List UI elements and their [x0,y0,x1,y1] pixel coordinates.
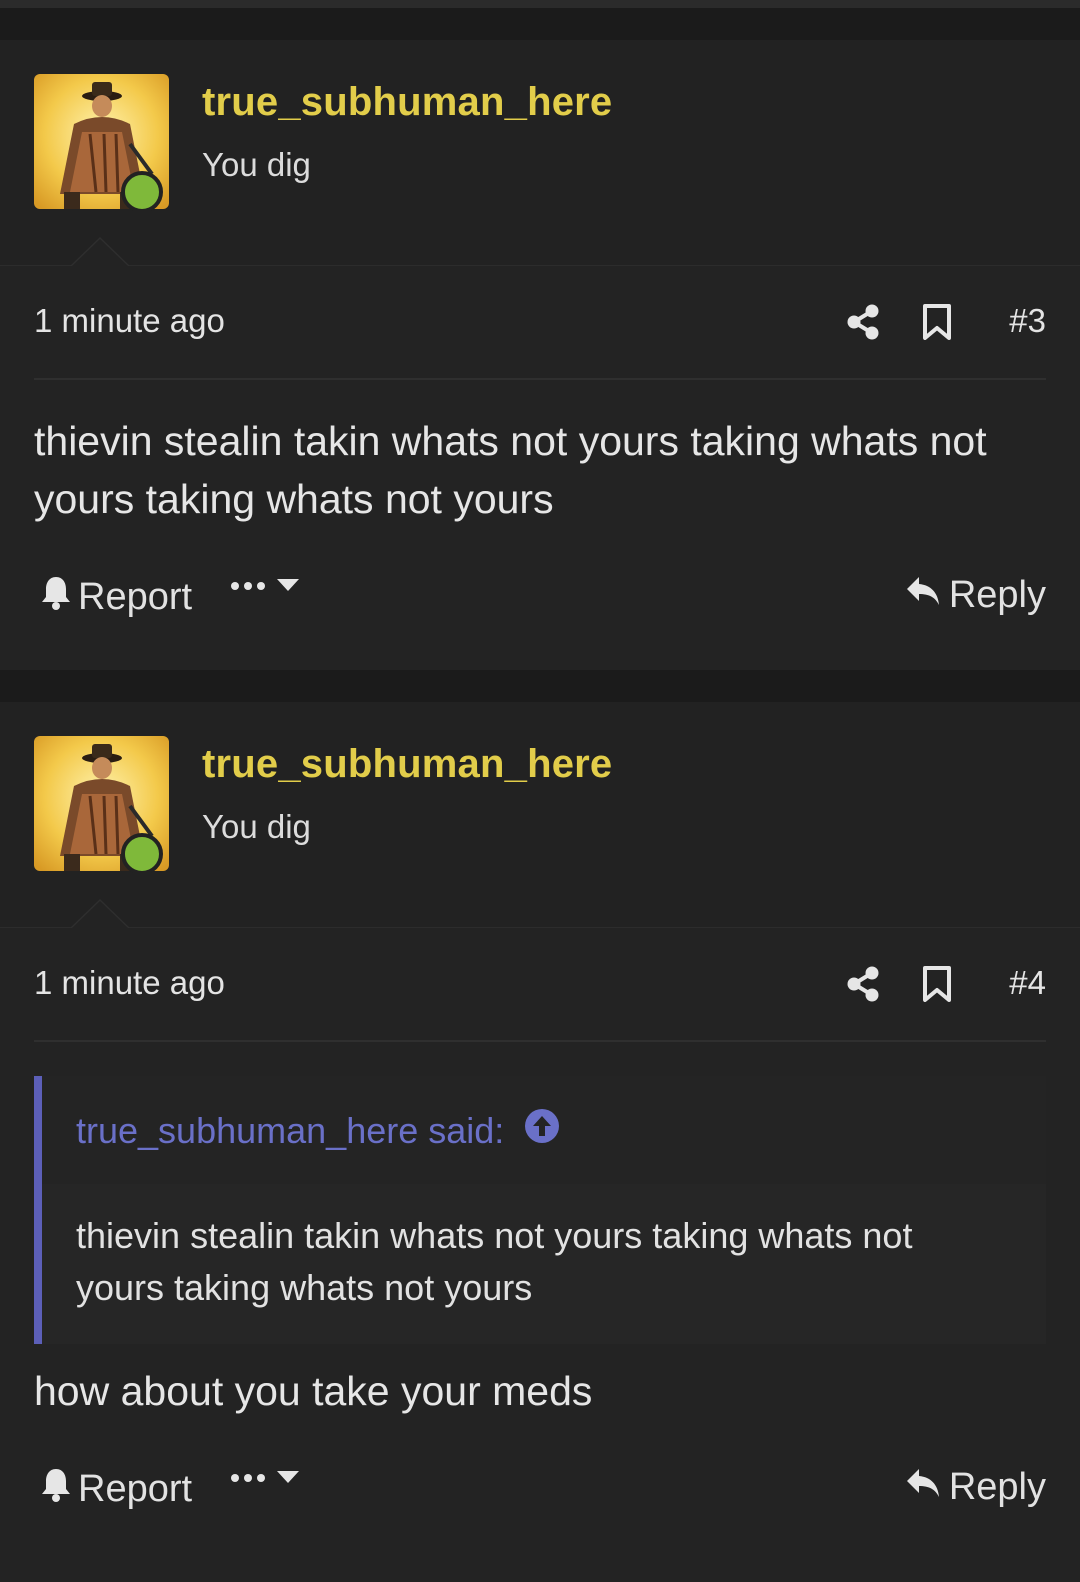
top-bar [0,0,1080,8]
reply-arrow-icon [905,574,941,617]
caret-down-icon [276,1470,300,1489]
header-pointer-fill [72,239,128,266]
report-button[interactable]: Report [40,1466,192,1512]
post-separator [0,670,1080,702]
post-header: true_subhuman_here You dig [0,40,1080,266]
arrow-up-circle-icon[interactable] [524,1108,560,1153]
report-button[interactable]: Report [40,574,192,620]
post-body: thievin stealin takin whats not yours ta… [34,418,987,522]
post-number[interactable]: #3 [1009,302,1046,340]
post-3: true_subhuman_here You dig 1 minute ago [0,40,1080,670]
ellipsis-icon [230,1471,266,1489]
ellipsis-icon [230,579,266,597]
post-number[interactable]: #4 [1009,964,1046,1002]
reply-button[interactable]: Reply [905,1466,1046,1509]
bookmark-icon[interactable] [922,304,952,345]
user-title: You dig [202,146,311,183]
reply-button[interactable]: Reply [905,574,1046,617]
avatar[interactable] [34,736,169,875]
post-4: true_subhuman_here You dig 1 minute ago [0,702,1080,1582]
avatar[interactable] [34,74,169,213]
quote-header: true_subhuman_here said: [42,1076,1046,1184]
more-options-button[interactable] [230,578,300,597]
share-icon[interactable] [846,966,880,1007]
bell-icon [40,574,72,620]
divider [34,1040,1046,1042]
caret-down-icon [276,578,300,597]
quote-block: true_subhuman_here said: thievin stealin… [34,1076,1046,1344]
quote-author-link[interactable]: true_subhuman_here said: [76,1108,560,1153]
post-header: true_subhuman_here You dig [0,702,1080,928]
divider [34,378,1046,380]
post-meta: 1 minute ago #4 [34,954,1046,1014]
username[interactable]: true_subhuman_here [202,80,612,125]
post-time[interactable]: 1 minute ago [34,964,225,1002]
online-status-indicator [121,171,163,213]
username[interactable]: true_subhuman_here [202,742,612,787]
post-time[interactable]: 1 minute ago [34,302,225,340]
report-label: Report [78,575,193,618]
quote-author: true_subhuman_here said: [76,1109,505,1151]
bell-icon [40,1466,72,1512]
thread-page: true_subhuman_here You dig 1 minute ago [0,0,1080,1582]
more-options-button[interactable] [230,1470,300,1489]
report-label: Report [78,1467,193,1510]
post-body: how about you take your meds [34,1368,593,1414]
user-title: You dig [202,808,311,845]
quote-text: thievin stealin takin whats not yours ta… [76,1215,913,1308]
bookmark-icon[interactable] [922,966,952,1007]
post-actions: Report Reply [34,1466,1046,1526]
reply-label: Reply [948,1466,1046,1508]
reply-label: Reply [948,574,1046,616]
share-icon[interactable] [846,304,880,345]
online-status-indicator [121,833,163,875]
post-actions: Report Reply [34,574,1046,634]
reply-arrow-icon [905,1466,941,1509]
header-pointer-fill [72,901,128,928]
post-meta: 1 minute ago #3 [34,292,1046,352]
